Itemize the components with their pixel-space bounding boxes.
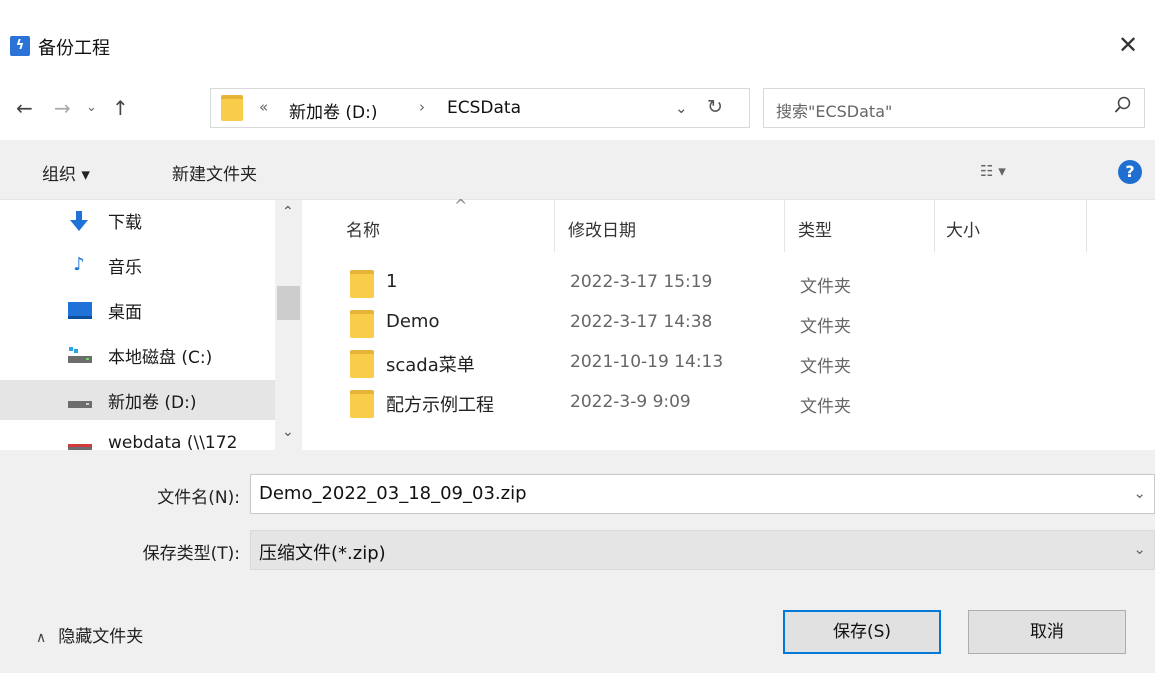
column-divider[interactable] xyxy=(934,200,935,252)
file-list: ^ 名称 修改日期 类型 大小 1 2022-3-17 15:19 文件夹 De… xyxy=(302,196,1155,450)
music-icon: ♪ xyxy=(73,254,85,275)
folder-icon xyxy=(350,270,374,298)
chevron-up-icon: ∧ xyxy=(36,630,47,646)
file-name: scada菜单 xyxy=(386,355,475,376)
command-bar: 组织 ▾ 新建文件夹 ☷ ▾ ? xyxy=(0,140,1155,200)
breadcrumb-separator: › xyxy=(419,98,425,116)
title-bar: ϟ 备份工程 ✕ xyxy=(0,0,1155,72)
close-button[interactable]: ✕ xyxy=(1111,30,1145,60)
breadcrumb-folder[interactable]: ECSData xyxy=(447,98,521,118)
file-row[interactable]: 1 2022-3-17 15:19 文件夹 xyxy=(346,264,1106,304)
file-type: 文件夹 xyxy=(800,397,851,417)
address-dropdown-icon[interactable]: ⌄ xyxy=(675,99,688,117)
file-name: 配方示例工程 xyxy=(386,395,494,416)
desktop-icon xyxy=(68,300,92,320)
help-icon[interactable]: ? xyxy=(1118,160,1142,184)
breadcrumb-drive[interactable]: 新加卷 (D:) xyxy=(289,98,378,123)
drive-icon xyxy=(68,390,92,410)
file-row[interactable]: scada菜单 2021-10-19 14:13 文件夹 xyxy=(346,344,1106,384)
nav-item-downloads[interactable]: 下载 xyxy=(60,200,275,240)
back-arrow-icon[interactable]: ← xyxy=(16,96,33,120)
new-folder-button[interactable]: 新建文件夹 xyxy=(172,160,257,185)
file-row[interactable]: Demo 2022-3-17 14:38 文件夹 xyxy=(346,304,1106,344)
filename-field[interactable]: Demo_2022_03_18_09_03.zip ⌄ xyxy=(250,474,1155,514)
file-date: 2022-3-17 14:38 xyxy=(570,312,713,332)
folder-icon xyxy=(221,95,243,121)
file-row[interactable]: 配方示例工程 2022-3-9 9:09 文件夹 xyxy=(346,384,1106,424)
column-header-type[interactable]: 类型 xyxy=(798,216,832,241)
breadcrumb-overflow[interactable]: « xyxy=(259,98,268,116)
nav-item-label: 音乐 xyxy=(108,258,142,278)
forward-arrow-icon[interactable]: → xyxy=(54,96,71,120)
filetype-select[interactable]: 压缩文件(*.zip) ⌄ xyxy=(250,530,1155,570)
scroll-down-icon[interactable]: ⌄ xyxy=(282,424,294,440)
column-divider[interactable] xyxy=(784,200,785,252)
nav-item-desktop[interactable]: 桌面 xyxy=(60,290,275,330)
nav-scrollbar[interactable]: ⌃ ⌄ xyxy=(275,200,302,450)
search-input[interactable]: 搜索"ECSData" xyxy=(763,88,1145,128)
file-type: 文件夹 xyxy=(800,317,851,337)
nav-item-network-drive[interactable]: webdata (\\172 xyxy=(60,425,275,450)
nav-item-label: 本地磁盘 (C:) xyxy=(108,348,213,368)
view-options-icon[interactable]: ☷ ▾ xyxy=(980,162,1006,180)
network-drive-icon xyxy=(68,435,92,450)
navigation-pane: 下载 ♪ 音乐 桌面 本地磁盘 (C:) 新加卷 (D:) webdata (\… xyxy=(0,200,302,450)
app-icon: ϟ xyxy=(10,36,30,56)
nav-item-label: 下载 xyxy=(108,213,142,233)
address-row: ← → ⌄ ↑ « 新加卷 (D:) › ECSData ⌄ ↻ 搜索"ECSD… xyxy=(0,80,1155,140)
hide-folders-toggle[interactable]: ∧ 隐藏文件夹 xyxy=(36,622,143,647)
refresh-icon[interactable]: ↻ xyxy=(707,96,723,118)
column-header-name[interactable]: 名称 xyxy=(346,216,380,241)
save-button[interactable]: 保存(S) xyxy=(783,610,941,654)
scroll-up-icon[interactable]: ⌃ xyxy=(282,204,294,220)
file-name: Demo xyxy=(386,311,440,332)
column-divider[interactable] xyxy=(554,200,555,252)
nav-item-drive-c[interactable]: 本地磁盘 (C:) xyxy=(60,335,275,375)
column-header-size[interactable]: 大小 xyxy=(946,216,980,241)
recent-locations-chevron-icon[interactable]: ⌄ xyxy=(86,100,97,115)
file-date: 2021-10-19 14:13 xyxy=(570,352,724,372)
file-type: 文件夹 xyxy=(800,277,851,297)
drive-icon xyxy=(68,345,92,365)
file-date: 2022-3-9 9:09 xyxy=(570,392,691,412)
filetype-value: 压缩文件(*.zip) xyxy=(259,543,386,564)
nav-item-label: webdata (\\172 xyxy=(108,433,238,450)
folder-icon xyxy=(350,350,374,378)
file-name: 1 xyxy=(386,271,398,292)
save-form: 文件名(N): Demo_2022_03_18_09_03.zip ⌄ 保存类型… xyxy=(0,450,1155,673)
cancel-button[interactable]: 取消 xyxy=(968,610,1126,654)
filename-label: 文件名(N): xyxy=(157,488,240,508)
scrollbar-thumb[interactable] xyxy=(277,286,300,320)
filetype-label: 保存类型(T): xyxy=(142,544,240,564)
nav-item-label: 桌面 xyxy=(108,303,142,323)
organize-menu[interactable]: 组织 ▾ xyxy=(42,160,90,185)
nav-item-label: 新加卷 (D:) xyxy=(108,393,197,413)
nav-item-drive-d[interactable]: 新加卷 (D:) xyxy=(0,380,275,420)
address-box[interactable]: « 新加卷 (D:) › ECSData ⌄ ↻ xyxy=(210,88,750,128)
filename-value: Demo_2022_03_18_09_03.zip xyxy=(259,483,527,504)
folder-icon xyxy=(350,310,374,338)
file-type: 文件夹 xyxy=(800,357,851,377)
sort-ascending-icon: ^ xyxy=(454,196,468,215)
file-date: 2022-3-17 15:19 xyxy=(570,272,713,292)
column-divider[interactable] xyxy=(1086,200,1087,252)
download-icon xyxy=(68,210,90,231)
hide-folders-label: 隐藏文件夹 xyxy=(58,627,144,647)
search-placeholder: 搜索"ECSData" xyxy=(776,102,893,121)
folder-icon xyxy=(350,390,374,418)
window-title: 备份工程 xyxy=(38,38,110,59)
up-arrow-icon[interactable]: ↑ xyxy=(112,96,129,120)
nav-item-music[interactable]: ♪ 音乐 xyxy=(60,245,275,285)
chevron-down-icon[interactable]: ⌄ xyxy=(1133,540,1146,558)
search-icon[interactable] xyxy=(1114,96,1132,119)
column-header-date[interactable]: 修改日期 xyxy=(568,216,636,241)
chevron-down-icon[interactable]: ⌄ xyxy=(1133,484,1146,502)
